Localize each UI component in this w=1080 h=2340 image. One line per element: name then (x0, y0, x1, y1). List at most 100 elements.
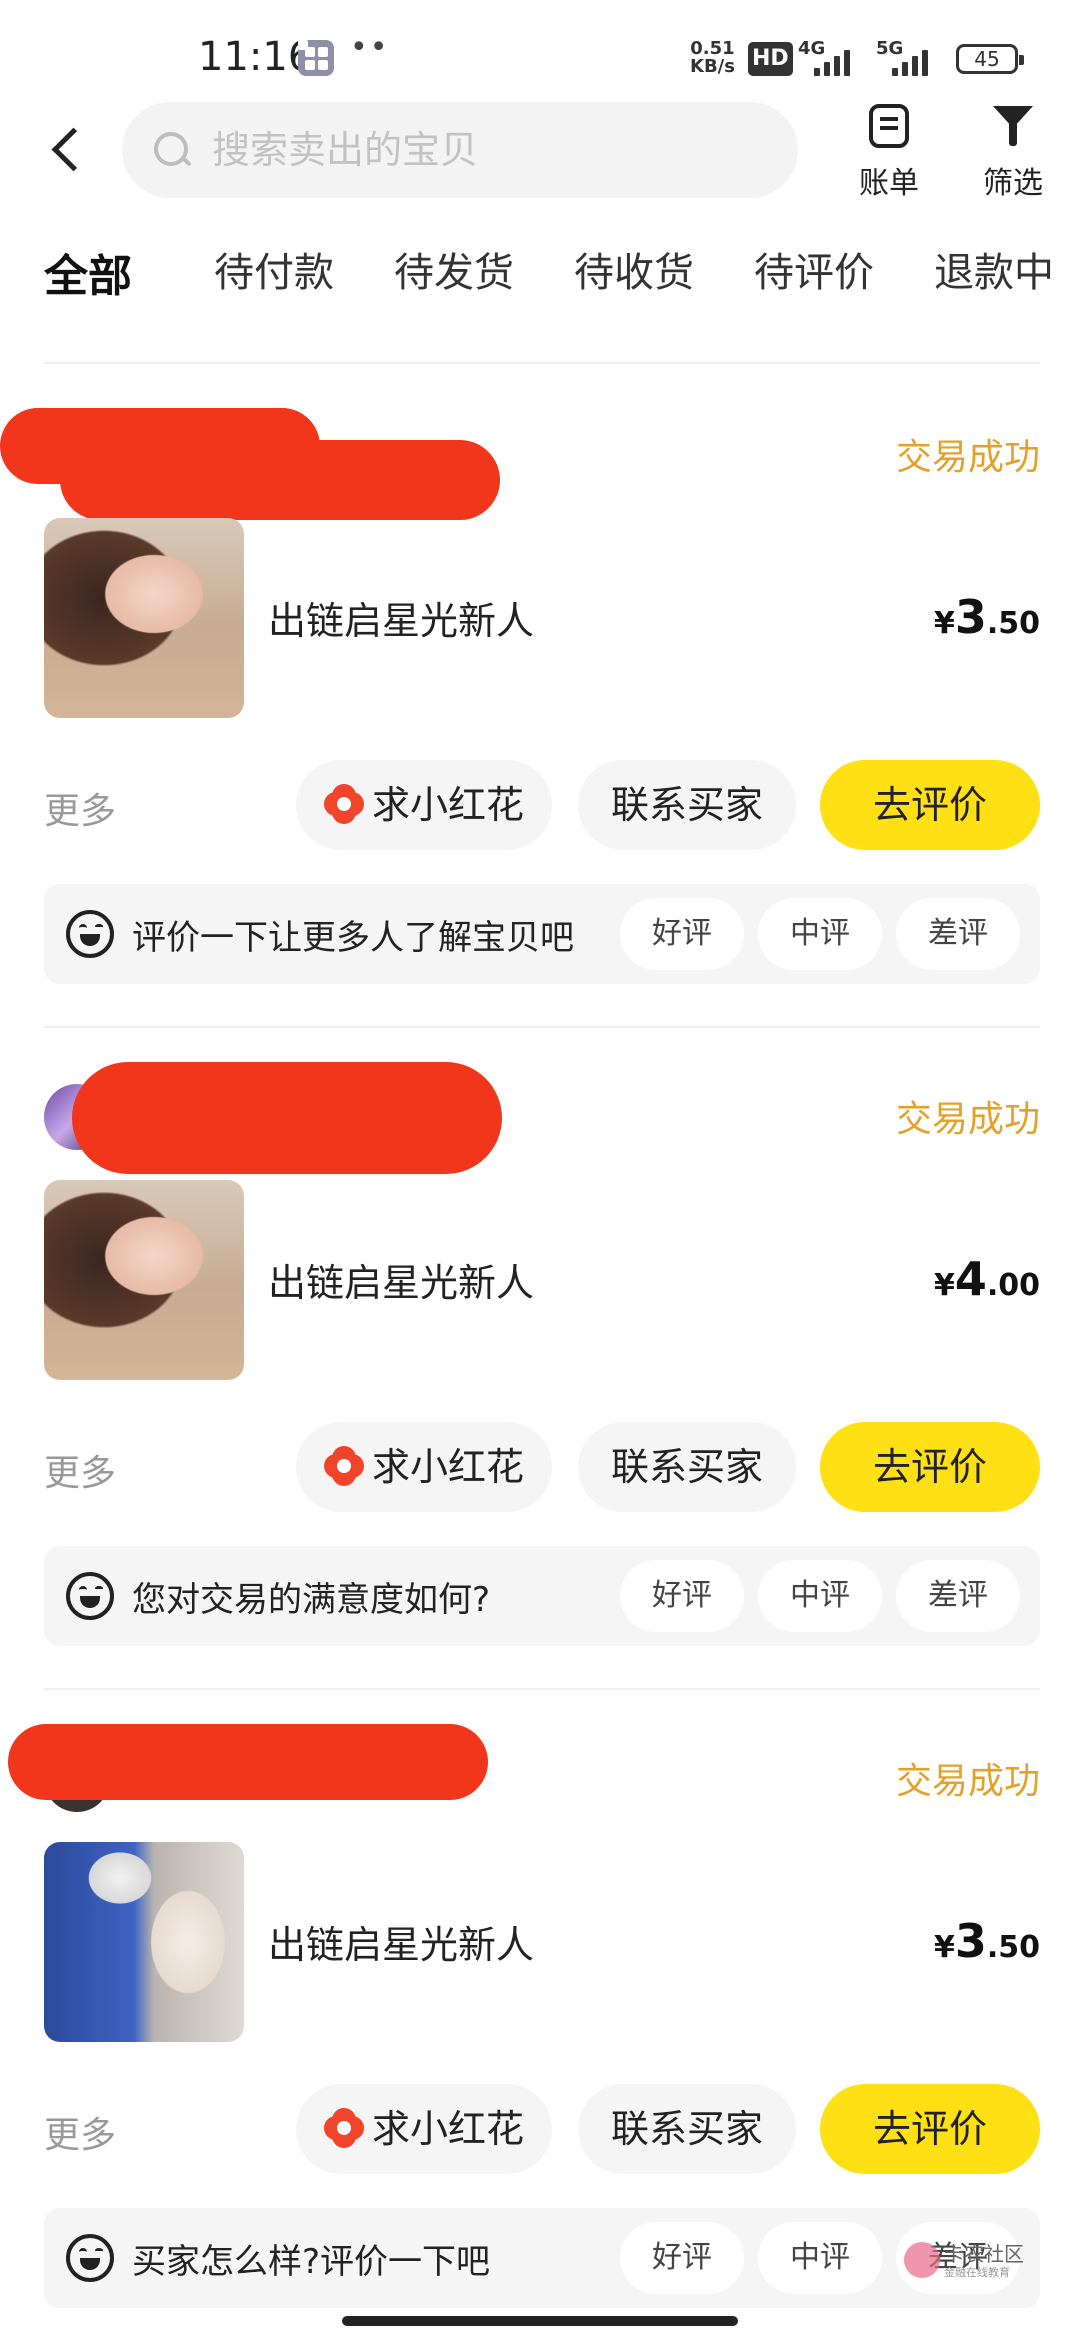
rating-bad-button[interactable]: 差评 (896, 898, 1020, 970)
order-card: 交易成功 出链启星光新人 ¥3.50 更多 求小红花 联系买家 去评价 评价一下… (0, 400, 1080, 984)
rating-good-button[interactable]: 好评 (620, 2222, 744, 2294)
rating-neutral-button[interactable]: 中评 (758, 1560, 882, 1632)
price-currency: ¥ (933, 1268, 955, 1303)
item-thumbnail[interactable] (44, 1180, 244, 1380)
search-input[interactable] (212, 122, 772, 178)
contact-buyer-label: 联系买家 (610, 1445, 763, 1489)
redaction-mark (72, 1062, 502, 1174)
filter-label: 筛选 (983, 166, 1043, 201)
tab-pending-receipt[interactable]: 待收货 (574, 240, 694, 298)
review-button[interactable]: 去评价 (820, 760, 1040, 850)
item-title[interactable]: 出链启星光新人 (268, 590, 534, 645)
review-label: 去评价 (872, 1445, 987, 1489)
search-icon (152, 130, 192, 170)
ask-flower-label: 求小红花 (371, 783, 524, 827)
price-decimal: .00 (986, 1268, 1040, 1303)
order-card: 交易成功 出链启星光新人 ¥4.00 更多 求小红花 联系买家 去评价 您对交易… (0, 1062, 1080, 1646)
tab-pending-payment[interactable]: 待付款 (214, 240, 334, 298)
price-currency: ¥ (933, 1930, 955, 1965)
smiley-face-icon (66, 1572, 114, 1620)
rating-good-button[interactable]: 好评 (620, 1560, 744, 1632)
item-title[interactable]: 出链启星光新人 (268, 1252, 534, 1307)
contact-buyer-button[interactable]: 联系买家 (578, 2084, 796, 2174)
redaction-mark (60, 440, 500, 520)
rating-neutral-button[interactable]: 中评 (758, 2222, 882, 2294)
rating-bar: 您对交易的满意度如何? 好评 中评 差评 (44, 1546, 1040, 1646)
ask-flower-button[interactable]: 求小红花 (296, 2084, 552, 2174)
divider (44, 1026, 1040, 1028)
filter-button[interactable]: 筛选 (958, 96, 1068, 206)
rating-good-button[interactable]: 好评 (620, 898, 744, 970)
bill-label: 账单 (859, 166, 919, 201)
more-button[interactable]: 更多 (44, 1444, 116, 1496)
rating-neutral-button[interactable]: 中评 (758, 898, 882, 970)
price-currency: ¥ (933, 606, 955, 641)
order-tabs: 全部 待付款 待发货 待收货 待评价 退款中 (0, 230, 1080, 330)
item-price: ¥4.00 (934, 1252, 1040, 1306)
redaction-mark (8, 1724, 488, 1800)
review-button[interactable]: 去评价 (820, 2084, 1040, 2174)
search-box[interactable] (122, 102, 798, 198)
network-speed: 0.51 KB/s (690, 40, 735, 76)
bill-icon (869, 104, 909, 148)
watermark-text: 卡农社区 (944, 2242, 1024, 2266)
network-speed-unit: KB/s (690, 56, 735, 77)
tab-pending-review[interactable]: 待评价 (754, 240, 874, 298)
item-price: ¥3.50 (934, 590, 1040, 644)
flower-icon (324, 1446, 364, 1486)
item-thumbnail[interactable] (44, 518, 244, 718)
review-button[interactable]: 去评价 (820, 1422, 1040, 1512)
signal-4g-icon (814, 46, 862, 76)
smiley-face-icon (66, 2234, 114, 2282)
order-status: 交易成功 (895, 1761, 1040, 1802)
price-decimal: .50 (986, 1930, 1040, 1965)
contact-buyer-button[interactable]: 联系买家 (578, 760, 796, 850)
more-button[interactable]: 更多 (44, 2106, 116, 2158)
rating-bar: 评价一下让更多人了解宝贝吧 好评 中评 差评 (44, 884, 1040, 984)
ask-flower-button[interactable]: 求小红花 (296, 1422, 552, 1512)
hd-voice-badge: HD (748, 42, 793, 76)
ask-flower-label: 求小红花 (371, 1445, 524, 1489)
watermark-logo (904, 2242, 940, 2278)
smiley-face-icon (66, 910, 114, 958)
more-button[interactable]: 更多 (44, 782, 116, 834)
tab-refunding[interactable]: 退款中 (934, 240, 1054, 298)
signal-5g-icon (892, 46, 940, 76)
contact-buyer-button[interactable]: 联系买家 (578, 1422, 796, 1512)
rating-prompt: 评价一下让更多人了解宝贝吧 (132, 918, 574, 958)
rating-prompt: 买家怎么样?评价一下吧 (132, 2242, 491, 2282)
divider (44, 362, 1040, 364)
review-label: 去评价 (872, 2107, 987, 2151)
battery-icon: 45 (956, 44, 1024, 74)
status-more-dots: •• (350, 30, 390, 65)
review-label: 去评价 (872, 783, 987, 827)
watermark: 卡农社区 金融在线教育 (904, 2236, 1034, 2286)
battery-level: 45 (974, 47, 1000, 71)
ask-flower-button[interactable]: 求小红花 (296, 760, 552, 850)
tab-pending-shipment[interactable]: 待发货 (394, 240, 514, 298)
bill-button[interactable]: 账单 (834, 96, 944, 206)
contact-buyer-label: 联系买家 (610, 783, 763, 827)
back-button[interactable] (40, 110, 100, 190)
item-thumbnail[interactable] (44, 1842, 244, 2042)
filter-icon (993, 104, 1033, 148)
watermark-subtext: 金融在线教育 (944, 2266, 1010, 2279)
order-status: 交易成功 (895, 437, 1040, 478)
contact-buyer-label: 联系买家 (610, 2107, 763, 2151)
flower-icon (324, 784, 364, 824)
order-status: 交易成功 (895, 1099, 1040, 1140)
rating-bad-button[interactable]: 差评 (896, 1560, 1020, 1632)
item-price: ¥3.50 (934, 1914, 1040, 1968)
status-bar: 11:16 •• 0.51 KB/s HD 4G 5G 45 (0, 0, 1080, 96)
app-grid-icon (298, 40, 334, 76)
price-integer: 3 (954, 590, 987, 644)
order-card: 交易成功 出链启星光新人 ¥3.50 更多 求小红花 联系买家 去评价 买家怎么… (0, 1724, 1080, 2308)
divider (44, 1688, 1040, 1690)
home-indicator[interactable] (342, 2316, 738, 2326)
flower-icon (324, 2108, 364, 2148)
tab-all[interactable]: 全部 (44, 240, 132, 304)
status-time: 11:16 (198, 34, 314, 80)
price-integer: 3 (954, 1914, 987, 1968)
item-title[interactable]: 出链启星光新人 (268, 1914, 534, 1969)
ask-flower-label: 求小红花 (371, 2107, 524, 2151)
